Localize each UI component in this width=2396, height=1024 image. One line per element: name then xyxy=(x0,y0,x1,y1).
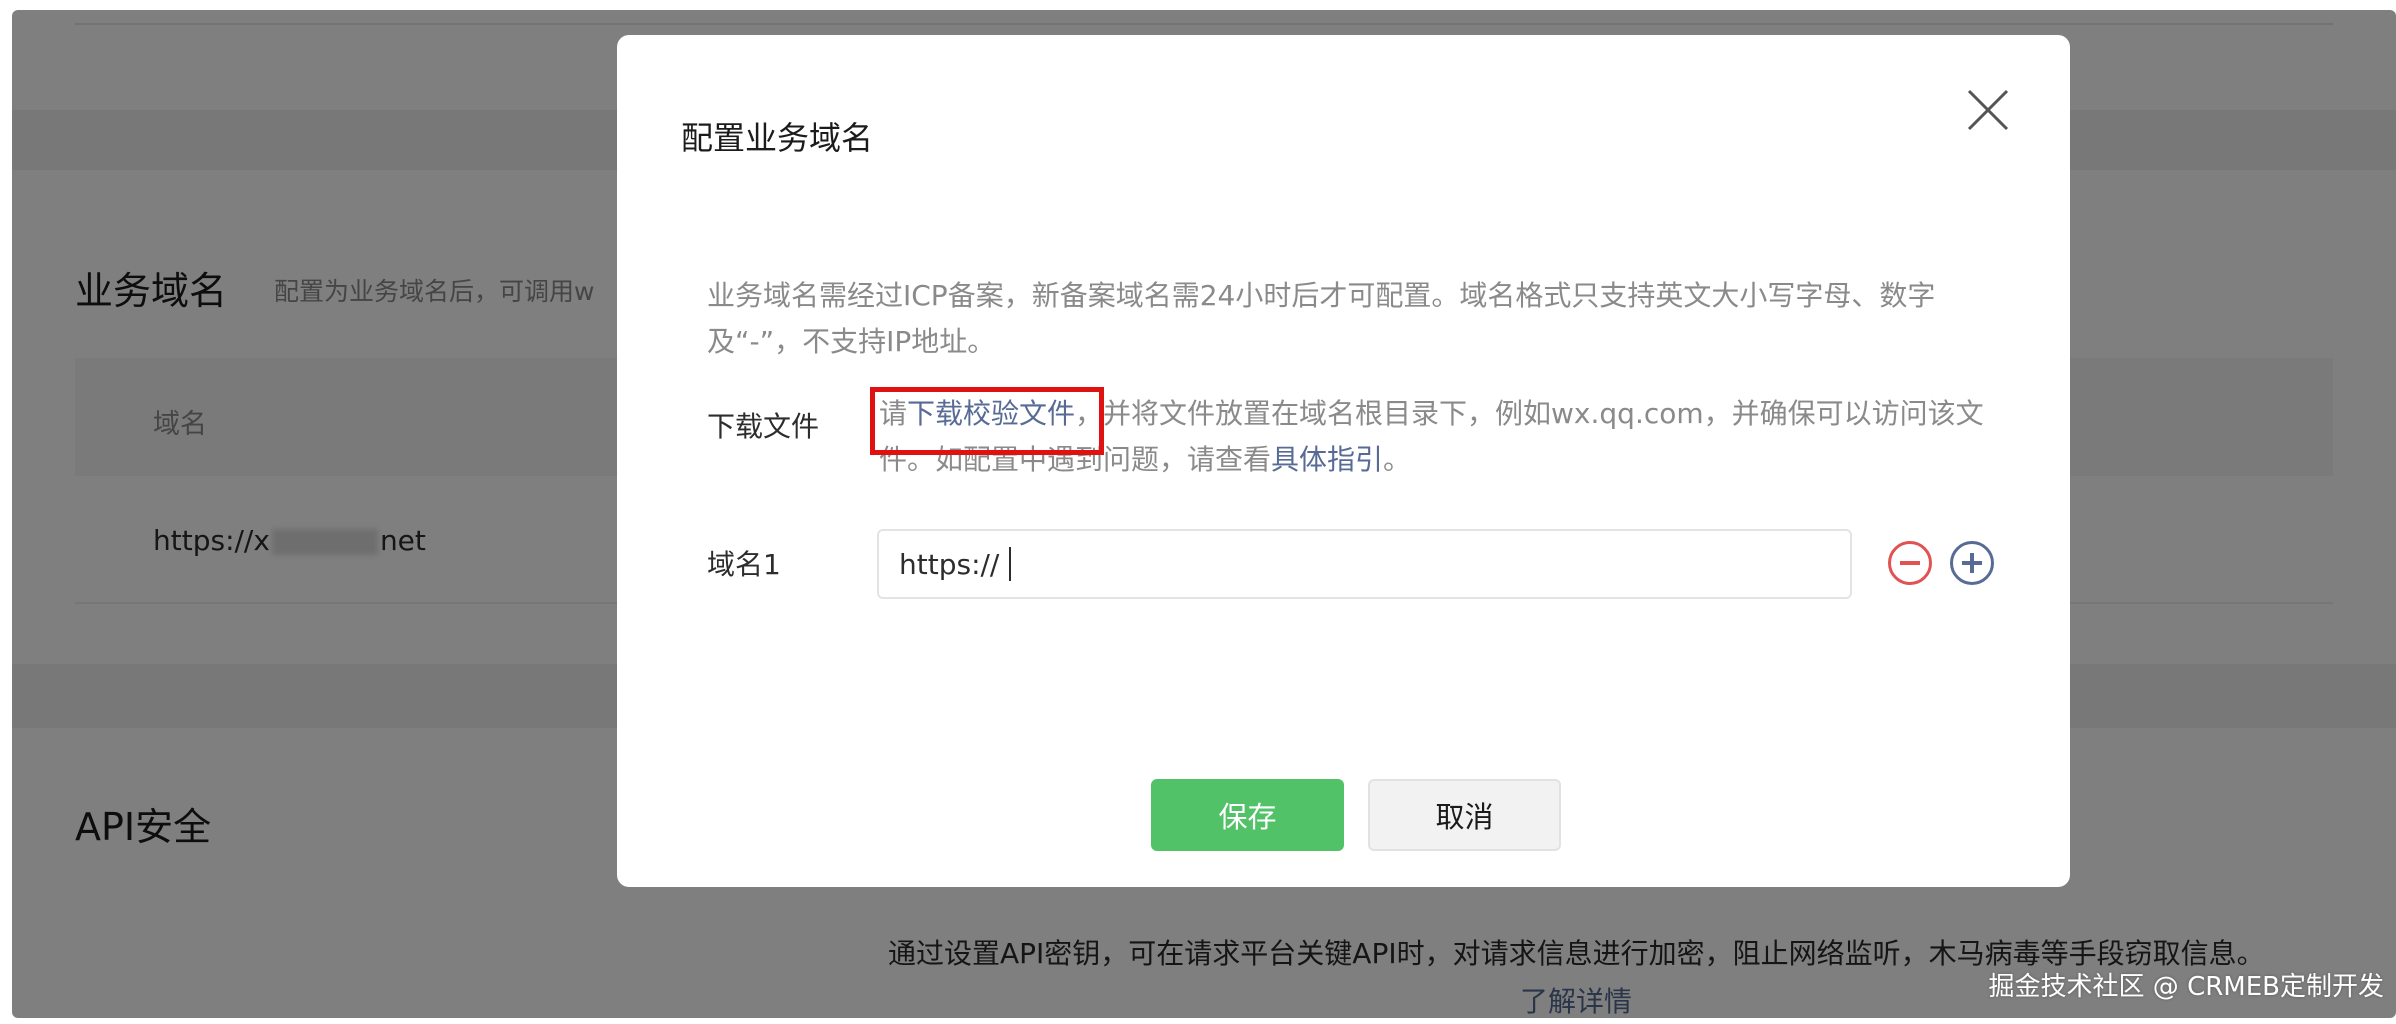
domain-input[interactable]: https:// xyxy=(877,529,1852,599)
download-prefix: 请 xyxy=(879,397,908,430)
app-window: 业务域名 配置为业务域名后，可调用w 域名 https://xnet API安全… xyxy=(12,10,2396,1018)
add-domain-button[interactable] xyxy=(1950,541,1994,585)
configure-domain-dialog: 配置业务域名 业务域名需经过ICP备案，新备案域名需24小时后才可配置。域名格式… xyxy=(617,35,2070,887)
watermark: 掘金技术社区 @ CRMEB定制开发 xyxy=(1988,972,2384,1002)
dialog-title: 配置业务域名 xyxy=(681,119,874,157)
guide-link[interactable]: 具体指引 xyxy=(1271,443,1383,476)
download-label: 下载文件 xyxy=(707,410,820,443)
close-icon-glyph xyxy=(1967,89,2009,131)
remove-domain-button[interactable] xyxy=(1888,541,1932,585)
close-icon[interactable] xyxy=(1963,85,2013,135)
domain-input-value: https:// xyxy=(899,547,1000,581)
download-suffix: 。 xyxy=(1383,443,1412,476)
plus-icon-vertical xyxy=(1970,553,1974,573)
cancel-button[interactable]: 取消 xyxy=(1368,779,1561,851)
download-instructions: 请下载校验文件，并将文件放置在域名根目录下，例如wx.qq.com，并确保可以访… xyxy=(879,391,1989,483)
save-button[interactable]: 保存 xyxy=(1151,779,1344,851)
domain-label: 域名1 xyxy=(707,548,781,581)
domain-notice: 业务域名需经过ICP备案，新备案域名需24小时后才可配置。域名格式只支持英文大小… xyxy=(707,279,1936,358)
download-verify-file-link[interactable]: 下载校验文件 xyxy=(907,397,1075,430)
minus-icon xyxy=(1900,561,1920,565)
text-caret xyxy=(1009,547,1012,581)
